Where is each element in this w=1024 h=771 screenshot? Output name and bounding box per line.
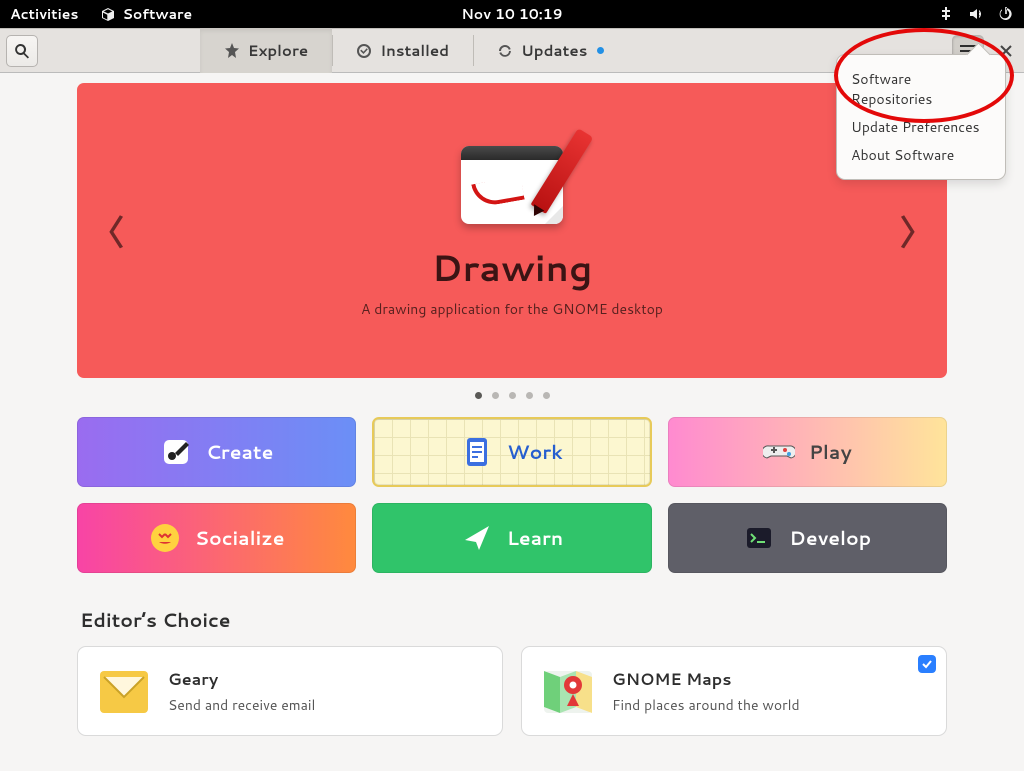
gamepad-icon [763, 436, 795, 468]
terminal-icon [743, 522, 775, 554]
dot-5[interactable] [543, 392, 550, 399]
menu-software-repositories[interactable]: Software Repositories [837, 65, 1005, 113]
category-learn-label: Learn [507, 525, 563, 552]
dot-2[interactable] [492, 392, 499, 399]
category-work[interactable]: Work [372, 417, 651, 487]
tab-installed-label: Installed [380, 40, 449, 61]
category-grid: Create Work Play Socialize Learn Develop [77, 417, 947, 573]
search-icon [14, 43, 30, 59]
editors-choice-heading: Editor’s Choice [80, 607, 947, 634]
power-icon[interactable] [998, 6, 1014, 22]
installed-check-badge [918, 655, 936, 673]
tab-explore[interactable]: Explore [200, 28, 332, 73]
appcard-maps-name: GNOME Maps [612, 668, 800, 691]
category-play[interactable]: Play [668, 417, 947, 487]
menu-update-preferences[interactable]: Update Preferences [837, 113, 1005, 141]
compass-icon [224, 43, 240, 59]
category-socialize[interactable]: Socialize [77, 503, 356, 573]
checklist-icon [461, 436, 493, 468]
tab-installed[interactable]: Installed [332, 28, 473, 73]
category-develop-label: Develop [789, 525, 871, 552]
network-icon[interactable] [938, 6, 954, 22]
banner-description: A drawing application for the GNOME desk… [361, 299, 663, 319]
check-circle-icon [356, 43, 372, 59]
category-create-label: Create [206, 439, 273, 466]
package-icon [100, 6, 116, 22]
maps-icon [540, 663, 596, 719]
check-icon [921, 658, 933, 670]
brush-icon [160, 436, 192, 468]
menu-about-software[interactable]: About Software [837, 141, 1005, 169]
category-develop[interactable]: Develop [668, 503, 947, 573]
dot-3[interactable] [509, 392, 516, 399]
appcard-geary-desc: Send and receive email [168, 695, 315, 715]
appcard-geary[interactable]: Geary Send and receive email [77, 646, 503, 736]
drawing-app-icon [459, 142, 565, 224]
updates-available-dot [597, 47, 604, 54]
category-work-label: Work [507, 439, 562, 466]
banner-page-dots [77, 392, 947, 399]
featured-banner[interactable]: 〈 〉 Drawing A drawing application for th… [77, 83, 947, 378]
dot-4[interactable] [526, 392, 533, 399]
smiley-icon [149, 522, 181, 554]
main-content: 〈 〉 Drawing A drawing application for th… [77, 83, 947, 736]
tab-updates[interactable]: Updates [473, 28, 628, 73]
tab-explore-label: Explore [248, 40, 308, 61]
search-button[interactable] [6, 35, 38, 67]
view-tabs: Explore Installed Updates [200, 28, 629, 73]
mail-icon [96, 663, 152, 719]
paper-plane-icon [461, 522, 493, 554]
appcard-maps-desc: Find places around the world [612, 695, 800, 715]
activities-button[interactable]: Activities [10, 4, 78, 24]
dot-1[interactable] [475, 392, 482, 399]
editors-choice-grid: Geary Send and receive email GNOME Maps … [77, 646, 947, 736]
appcard-gnome-maps[interactable]: GNOME Maps Find places around the world [521, 646, 947, 736]
current-app-menu[interactable]: Software [100, 4, 192, 24]
volume-icon[interactable] [968, 6, 984, 22]
gnome-top-panel: Activities Software Nov 10 10:19 [0, 0, 1024, 28]
banner-prev[interactable]: 〈 [77, 83, 137, 378]
banner-title: Drawing [432, 242, 593, 293]
refresh-icon [497, 43, 513, 59]
category-learn[interactable]: Learn [372, 503, 651, 573]
hamburger-popover: Software Repositories Update Preferences… [836, 54, 1006, 180]
category-socialize-label: Socialize [195, 525, 285, 552]
tab-updates-label: Updates [521, 40, 587, 61]
current-app-label: Software [122, 4, 192, 24]
appcard-geary-name: Geary [168, 668, 315, 691]
category-create[interactable]: Create [77, 417, 356, 487]
category-play-label: Play [809, 439, 852, 466]
